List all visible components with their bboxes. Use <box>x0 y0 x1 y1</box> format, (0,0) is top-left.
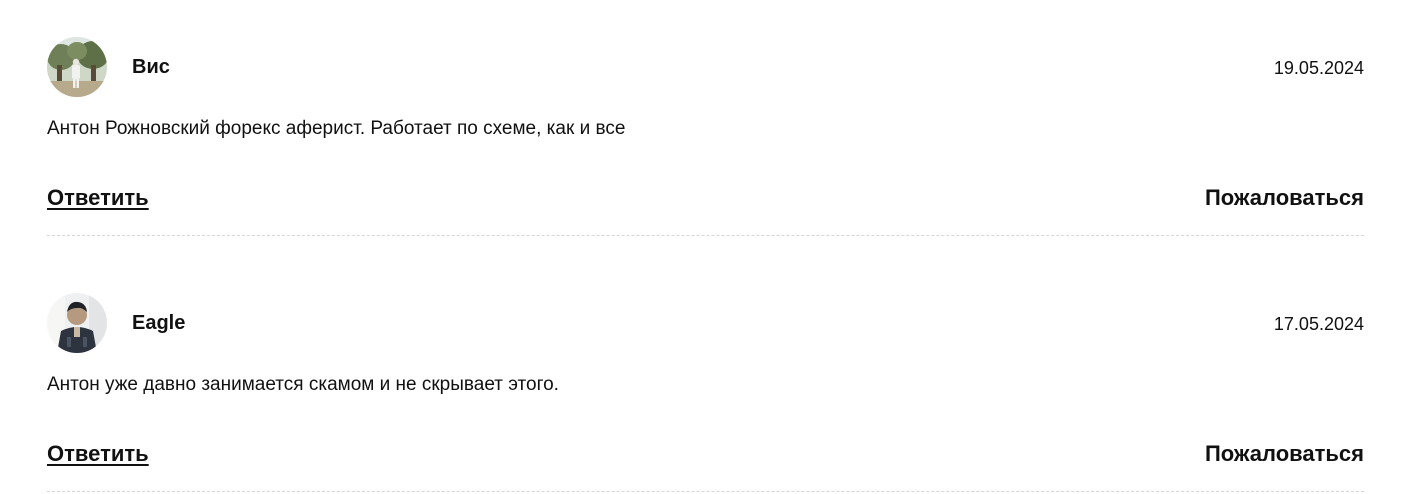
comment-header: Eagle 17.05.2024 <box>47 293 1364 353</box>
report-link[interactable]: Пожаловаться <box>1205 440 1364 468</box>
comment-text: Антон уже давно занимается скамом и не с… <box>47 374 559 395</box>
comment-item: Вис 19.05.2024 Антон Рожновский форекс а… <box>47 0 1364 237</box>
avatar[interactable] <box>47 293 107 353</box>
comment-actions: Ответить Пожаловаться <box>47 440 1364 468</box>
comment-date: 17.05.2024 <box>1273 314 1364 334</box>
user-photo-avatar-icon <box>47 37 107 97</box>
report-link[interactable]: Пожаловаться <box>1205 184 1364 212</box>
comment-text: Антон Рожновский форекс аферист. Работае… <box>47 118 626 139</box>
comment-date: 19.05.2024 <box>1273 58 1364 78</box>
comments-list: Вис 19.05.2024 Антон Рожновский форекс а… <box>47 0 1364 493</box>
comment-author: Eagle <box>132 312 186 334</box>
reply-link[interactable]: Ответить <box>47 440 149 468</box>
comment-divider <box>47 491 1364 492</box>
comment-divider <box>47 235 1364 236</box>
user-photo-avatar-icon <box>47 293 107 353</box>
comment-actions: Ответить Пожаловаться <box>47 184 1364 212</box>
comment-item: Eagle 17.05.2024 Антон уже давно занимае… <box>47 256 1364 493</box>
reply-link[interactable]: Ответить <box>47 184 149 212</box>
avatar[interactable] <box>47 37 107 97</box>
comment-header: Вис 19.05.2024 <box>47 37 1364 97</box>
comment-author: Вис <box>132 56 170 78</box>
